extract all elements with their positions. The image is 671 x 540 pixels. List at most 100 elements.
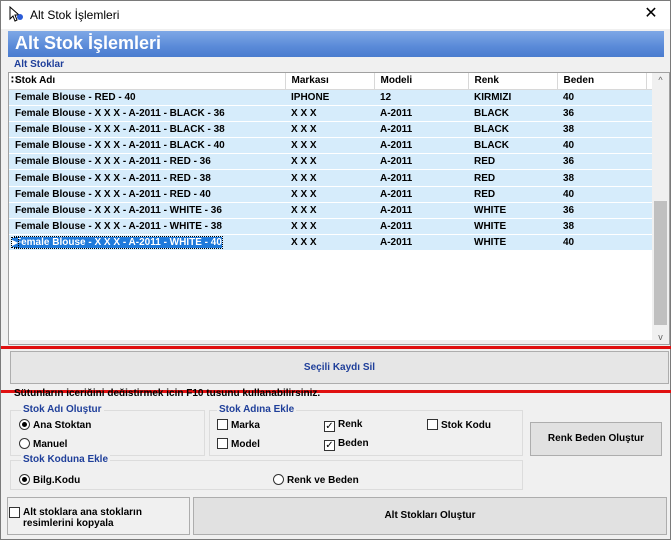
table-cell[interactable]: 38 [557,169,646,187]
stok-adi-text: Female Blouse - RED - 40 [15,91,136,103]
table-cell[interactable]: Female Blouse - X X X - A-2011 - RED - 3… [9,169,285,187]
radio-manuel[interactable]: Manuel [19,438,67,450]
checkbox-unchecked-icon [217,438,228,449]
create-sub-stocks-button[interactable]: Alt Stokları Oluştur [193,497,667,535]
column-header-modeli[interactable]: Modeli [374,73,469,90]
renk-beden-olustur-button[interactable]: Renk Beden Oluştur [530,422,662,456]
table-cell[interactable]: X X X [285,137,374,155]
table-cell[interactable]: Female Blouse - X X X - A-2011 - WHITE -… [9,218,285,236]
table-row[interactable]: Female Blouse - X X X - A-2011 - WHITE -… [9,218,653,236]
scrollbar-thumb[interactable] [654,201,667,325]
table-cell[interactable]: 40 [557,89,646,106]
table-cell[interactable]: Female Blouse - X X X - A-2011 - RED - 4… [9,186,285,203]
checkbox-marka[interactable]: Marka [217,419,260,431]
table-cell[interactable]: RED [468,169,557,187]
table-cell[interactable]: RED [468,153,557,171]
table-cell[interactable]: KIRMIZI [468,89,557,106]
stok-adi-text: Female Blouse - X X X - A-2011 - RED - 3… [15,172,211,184]
checkbox-beden[interactable]: ✓ Beden [324,438,369,451]
delete-selected-button[interactable]: Seçili Kaydı Sil [10,351,669,384]
radio-renk-ve-beden[interactable]: Renk ve Beden [273,474,359,486]
stok-adina-ekle-title: Stok Adına Ekle [217,404,297,415]
table-cell[interactable]: A-2011 [374,169,468,187]
table-row[interactable]: Female Blouse - X X X - A-2011 - RED - 3… [9,169,653,187]
table-cell[interactable]: RED [468,186,557,203]
table-cell[interactable]: A-2011 [374,186,468,203]
checkbox-checked-icon: ✓ [324,440,335,451]
table-cell[interactable]: A-2011 [374,105,468,122]
table-cell[interactable]: BLACK [468,105,557,122]
horizontal-scrollbar[interactable] [9,340,653,344]
vertical-scrollbar[interactable]: ^ v [652,73,669,344]
table-cell[interactable]: X X X [285,105,374,122]
table-cell[interactable]: BLACK [468,137,557,155]
table-cell[interactable]: WHITE [468,218,557,236]
table-cell[interactable]: IPHONE [285,89,374,106]
table-cell[interactable]: 38 [557,218,646,236]
table-row[interactable]: Female Blouse - X X X - A-2011 - BLACK -… [9,121,653,139]
table-cell[interactable]: Female Blouse - X X X - A-2011 - RED - 3… [9,153,285,171]
table-cell[interactable]: X X X [285,169,374,187]
radio-selected-icon [19,474,30,485]
column-header-renk[interactable]: Renk [468,73,558,90]
column-header-markasi[interactable]: Markası [285,73,375,90]
table-cell[interactable]: WHITE [468,234,557,252]
table-cell[interactable]: Female Blouse - X X X - A-2011 - WHITE -… [9,202,285,220]
table-cell[interactable]: 36 [557,105,646,122]
checkbox-model[interactable]: Model [217,438,260,450]
table-cell[interactable]: 36 [557,202,646,220]
alt-stoklar-grid[interactable]: ∷Stok Adı Markası Modeli Renk Beden B Fe… [8,72,670,345]
radio-ana-stoktan[interactable]: Ana Stoktan [19,419,91,431]
table-cell[interactable]: WHITE [468,202,557,220]
checkbox-renk[interactable]: ✓ Renk [324,419,362,432]
table-row[interactable]: Female Blouse - X X X - A-2011 - BLACK -… [9,137,653,155]
table-cell[interactable]: 40 [557,234,646,252]
table-cell[interactable]: A-2011 [374,202,468,220]
table-cell[interactable]: Female Blouse - X X X - A-2011 - BLACK -… [9,137,285,155]
column-header-beden[interactable]: Beden [557,73,647,90]
radio-bilg-kodu[interactable]: Bilg.Kodu [19,474,80,486]
table-cell[interactable]: 36 [557,153,646,171]
table-cell[interactable]: X X X [285,186,374,203]
close-icon[interactable]: ✕ [640,4,662,24]
table-cell[interactable]: 38 [557,121,646,139]
table-cell[interactable]: 40 [557,186,646,203]
table-row[interactable]: Female Blouse - X X X - A-2011 - RED - 3… [9,153,653,171]
checkbox-checked-icon: ✓ [324,421,335,432]
table-cell[interactable]: BLACK [468,121,557,139]
column-header-stok-adi[interactable]: ∷ Stok Adı [9,73,286,90]
checkbox-copy-images[interactable]: Alt stoklara ana stokların resimlerini k… [9,507,189,529]
stok-adi-text: Female Blouse - X X X - A-2011 - RED - 3… [15,156,211,168]
table-cell[interactable]: Female Blouse - RED - 40 [9,89,285,106]
table-cell[interactable]: A-2011 [374,218,468,236]
table-cell[interactable]: A-2011 [374,153,468,171]
table-cell[interactable]: A-2011 [374,234,468,252]
table-row[interactable]: Female Blouse - RED - 40 IPHONE 12 KIRMIZI 4… [9,89,653,106]
table-cell[interactable]: ▶ Female Blouse - X X X - A-2011 - WHITE … [9,234,285,252]
table-cell[interactable]: X X X [285,153,374,171]
table-row[interactable]: Female Blouse - X X X - A-2011 - BLACK -… [9,105,653,122]
stok-adi-text: Female Blouse - X X X - A-2011 - WHITE -… [15,221,222,233]
table-cell[interactable]: X X X [285,218,374,236]
checkbox-unchecked-icon [427,419,438,430]
table-cell[interactable]: X X X [285,121,374,139]
table-row[interactable]: Female Blouse - X X X - A-2011 - WHITE -… [9,202,653,220]
grid-body: Female Blouse - RED - 40 IPHONE 12 KIRMIZI 4… [9,89,653,252]
table-cell[interactable]: Female Blouse - X X X - A-2011 - BLACK -… [9,105,285,122]
row-indicator-icon: ▶ [10,237,20,249]
table-row[interactable]: Female Blouse - X X X - A-2011 - RED - 4… [9,186,653,203]
scroll-down-icon[interactable]: v [652,332,669,342]
table-cell[interactable]: X X X [285,234,374,252]
scroll-up-icon[interactable]: ^ [652,75,669,85]
radio-selected-icon [19,419,30,430]
table-cell[interactable]: Female Blouse - X X X - A-2011 - BLACK -… [9,121,285,139]
checkbox-stok-kodu[interactable]: Stok Kodu [427,419,491,431]
title-bar: Alt Stok İşlemleri ✕ [1,1,670,29]
table-cell[interactable]: 40 [557,137,646,155]
table-row[interactable]: ▶ Female Blouse - X X X - A-2011 - WHITE … [9,234,653,252]
table-cell[interactable]: X X X [285,202,374,220]
table-cell[interactable]: A-2011 [374,121,468,139]
table-cell[interactable]: A-2011 [374,137,468,155]
table-cell[interactable]: 12 [374,89,468,106]
stok-adi-text: Female Blouse - X X X - A-2011 - BLACK -… [15,140,225,152]
